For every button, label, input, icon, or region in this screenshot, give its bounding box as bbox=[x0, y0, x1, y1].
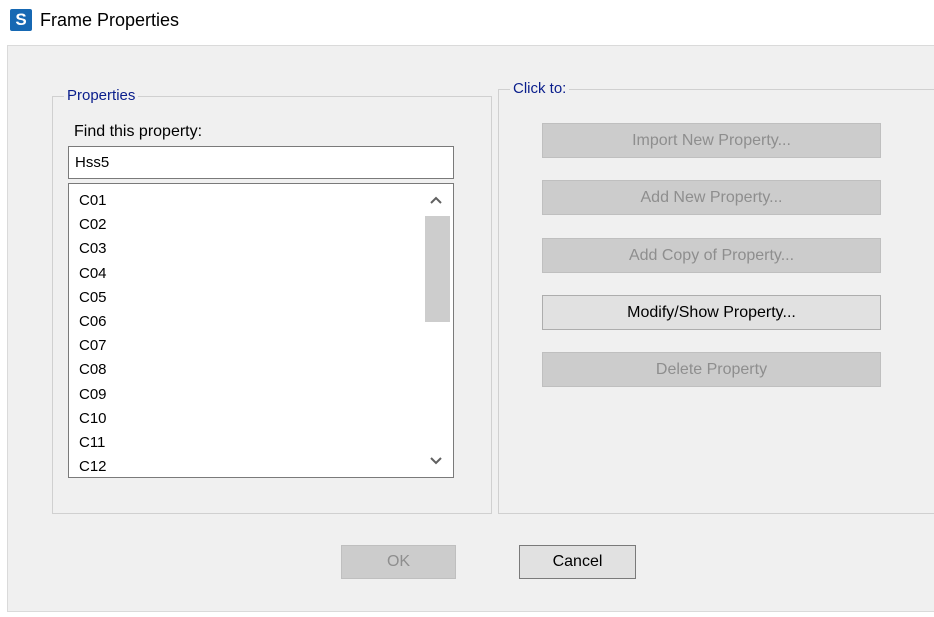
add-new-property-button[interactable]: Add New Property... bbox=[542, 180, 881, 215]
list-item[interactable]: C07 bbox=[79, 334, 107, 358]
property-listbox[interactable]: C01 C02 C03 C04 C05 C06 C07 C08 C09 C10 C11 C12 bbox=[68, 183, 454, 478]
list-item[interactable]: C11 bbox=[79, 431, 107, 455]
list-item[interactable]: C05 bbox=[79, 286, 107, 310]
list-item[interactable]: C02 bbox=[79, 213, 107, 237]
chevron-down-icon bbox=[430, 457, 442, 465]
list-item[interactable]: C09 bbox=[79, 383, 107, 407]
property-list: C01 C02 C03 C04 C05 C06 C07 C08 C09 C10 C11 C12 bbox=[79, 189, 107, 477]
window-title: Frame Properties bbox=[40, 10, 180, 30]
list-item[interactable]: C08 bbox=[79, 358, 107, 382]
delete-property-button[interactable]: Delete Property bbox=[542, 352, 881, 387]
list-item[interactable]: C10 bbox=[79, 407, 107, 431]
list-scrollbar[interactable] bbox=[419, 184, 453, 477]
add-copy-of-property-button[interactable]: Add Copy of Property... bbox=[542, 238, 881, 273]
cancel-button[interactable]: Cancel bbox=[519, 545, 636, 579]
import-new-property-button[interactable]: Import New Property... bbox=[542, 123, 881, 158]
chevron-up-icon bbox=[430, 196, 442, 204]
list-item[interactable]: C06 bbox=[79, 310, 107, 334]
list-item[interactable]: C04 bbox=[79, 262, 107, 286]
list-item[interactable]: C12 bbox=[79, 455, 107, 477]
properties-group-label: Properties bbox=[64, 86, 139, 106]
scroll-up-button[interactable] bbox=[419, 184, 453, 216]
ok-button[interactable]: OK bbox=[341, 545, 456, 579]
app-logo-icon: S bbox=[10, 9, 32, 31]
actions-group-label: Click to: bbox=[510, 79, 570, 99]
find-property-input[interactable] bbox=[68, 146, 454, 179]
scroll-down-button[interactable] bbox=[419, 445, 453, 477]
list-item[interactable]: C01 bbox=[79, 189, 107, 213]
title-bar: S Frame Properties bbox=[0, 0, 934, 40]
find-property-label: Find this property: bbox=[74, 123, 203, 140]
list-item[interactable]: C03 bbox=[79, 237, 107, 261]
modify-show-property-button[interactable]: Modify/Show Property... bbox=[542, 295, 881, 330]
scroll-thumb[interactable] bbox=[425, 216, 450, 322]
